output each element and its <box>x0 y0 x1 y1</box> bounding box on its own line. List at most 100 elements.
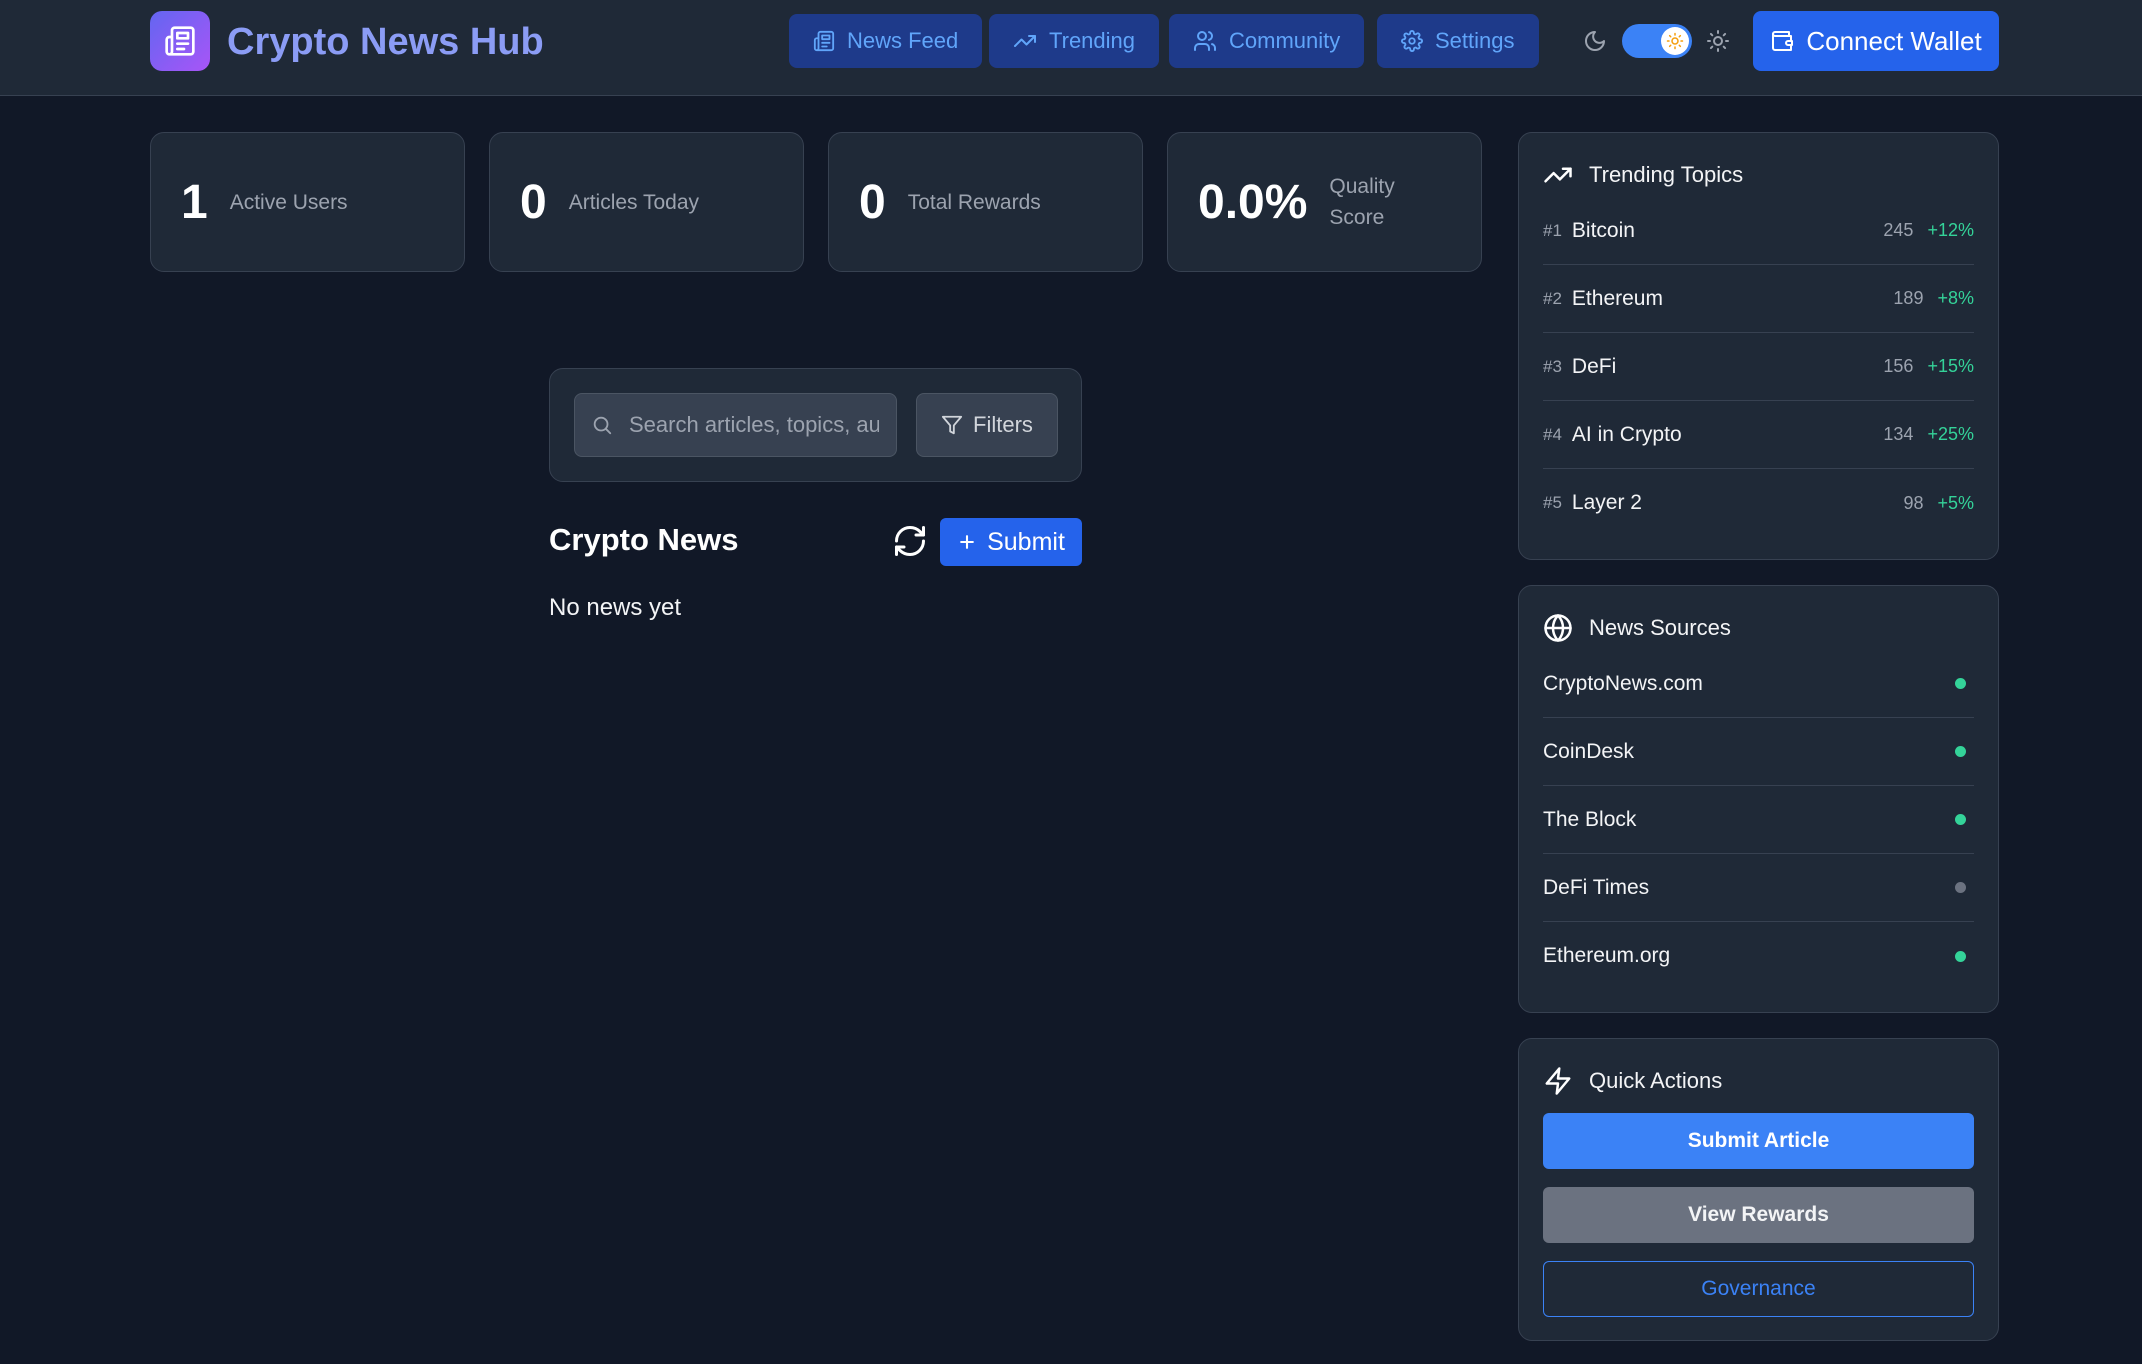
globe-icon <box>1543 613 1573 643</box>
stat-label: Total Rewards <box>907 190 1041 214</box>
stat-label: Quality Score <box>1329 175 1395 229</box>
search-box[interactable] <box>574 393 897 457</box>
trending-item[interactable]: #1 Bitcoin 245 +12% <box>1543 197 1974 265</box>
topic-name: DeFi <box>1571 354 1617 378</box>
plus-icon <box>957 532 977 552</box>
stat-value: 0 <box>520 175 547 229</box>
news-sources-title: News Sources <box>1589 615 1731 640</box>
topic-change: +25% <box>1927 424 1974 444</box>
sun-icon <box>1666 32 1684 50</box>
topic-change: +12% <box>1927 220 1974 240</box>
topic-name: AI in Crypto <box>1571 422 1682 446</box>
submit-button[interactable]: Submit <box>940 518 1082 566</box>
source-name: DeFi Times <box>1543 875 1650 899</box>
search-icon <box>591 414 613 436</box>
source-name: CoinDesk <box>1543 739 1635 763</box>
trending-topics-header: Trending Topics <box>1543 159 1743 191</box>
refresh-button[interactable] <box>892 523 928 559</box>
trending-item[interactable]: #4 AI in Crypto 134 +25% <box>1543 401 1974 469</box>
source-name: The Block <box>1543 807 1637 831</box>
stat-value: 0.0% <box>1198 175 1308 229</box>
topic-count: 98 <box>1903 492 1924 513</box>
wallet-icon <box>1770 29 1794 53</box>
connect-wallet-button[interactable]: Connect Wallet <box>1753 11 1999 71</box>
feed-title: Crypto News <box>549 522 739 557</box>
topic-name: Layer 2 <box>1571 491 1642 514</box>
newspaper-logo-icon <box>164 25 196 57</box>
quick-actions-panel: Quick Actions Submit Article View Reward… <box>1518 1038 1999 1341</box>
stat-card-active-users: 1 Active Users <box>150 132 465 272</box>
empty-state-text: No news yet <box>549 594 682 621</box>
trending-item[interactable]: #5 Layer 2 98 +5% <box>1543 469 1974 537</box>
trending-up-icon <box>1013 29 1037 53</box>
stat-value: 0 <box>859 175 886 229</box>
topic-name: Bitcoin <box>1571 218 1635 242</box>
quick-actions-title: Quick Actions <box>1589 1068 1723 1093</box>
topic-rank: #3 <box>1543 356 1562 376</box>
source-item[interactable]: Ethereum.org <box>1543 922 1974 990</box>
sun-outline-icon <box>1706 29 1730 53</box>
source-item[interactable]: DeFi Times <box>1543 854 1974 922</box>
topic-rank: #2 <box>1543 288 1562 308</box>
news-sources-panel: News Sources CryptoNews.com CoinDesk The… <box>1518 585 1999 1013</box>
filter-icon <box>941 414 963 436</box>
nav-community-label: Community <box>1229 28 1341 53</box>
topic-count: 189 <box>1893 288 1924 308</box>
topic-rank: #4 <box>1543 424 1562 444</box>
search-input[interactable] <box>629 412 879 438</box>
filters-label: Filters <box>973 412 1033 437</box>
nav-community[interactable]: Community <box>1169 14 1365 68</box>
trending-topics-panel: Trending Topics #1 Bitcoin 245 +12% #2 E… <box>1518 132 1999 560</box>
submit-article-button[interactable]: Submit Article <box>1543 1113 1974 1169</box>
topic-count: 245 <box>1883 220 1914 240</box>
stat-label: Active Users <box>229 190 348 214</box>
stat-card-total-rewards: 0 Total Rewards <box>828 132 1143 272</box>
quick-actions-header: Quick Actions <box>1543 1065 1722 1097</box>
theme-toggle[interactable] <box>1622 24 1692 58</box>
topic-name: Ethereum <box>1571 286 1663 310</box>
newspaper-icon <box>813 30 835 52</box>
submit-label: Submit <box>987 527 1065 556</box>
logo[interactable] <box>150 11 210 71</box>
source-name: Ethereum.org <box>1543 944 1671 967</box>
topic-rank: #5 <box>1543 493 1562 512</box>
lightning-icon <box>1543 1066 1573 1096</box>
nav-trending[interactable]: Trending <box>989 14 1160 68</box>
source-item[interactable]: CoinDesk <box>1543 718 1974 786</box>
nav-settings-label: Settings <box>1435 28 1515 53</box>
topic-change: +8% <box>1937 288 1974 308</box>
status-dot-active <box>1955 814 1966 825</box>
stat-label: Articles Today <box>568 190 700 214</box>
stat-card-articles-today: 0 Articles Today <box>489 132 804 272</box>
refresh-icon <box>892 523 928 559</box>
stat-value: 1 <box>181 175 208 229</box>
view-rewards-button[interactable]: View Rewards <box>1543 1187 1974 1243</box>
topic-count: 134 <box>1883 424 1914 444</box>
trending-item[interactable]: #3 DeFi 156 +15% <box>1543 333 1974 401</box>
status-dot-active <box>1955 950 1966 962</box>
topic-rank: #1 <box>1543 220 1562 240</box>
trending-item[interactable]: #2 Ethereum 189 +8% <box>1543 265 1974 333</box>
source-name: CryptoNews.com <box>1543 671 1703 695</box>
governance-button[interactable]: Governance <box>1543 1261 1974 1317</box>
nav-news-feed[interactable]: News Feed <box>789 14 983 68</box>
nav-trending-label: Trending <box>1049 28 1136 53</box>
connect-wallet-label: Connect Wallet <box>1806 25 1982 56</box>
trending-up-icon <box>1543 160 1573 190</box>
search-panel: Filters <box>549 368 1082 482</box>
filters-button[interactable]: Filters <box>916 393 1058 457</box>
nav-news-feed-label: News Feed <box>847 28 959 53</box>
topic-change: +15% <box>1927 356 1974 376</box>
status-dot-active <box>1955 746 1966 757</box>
nav-settings[interactable]: Settings <box>1377 14 1539 68</box>
source-item[interactable]: The Block <box>1543 786 1974 854</box>
users-icon <box>1193 29 1217 53</box>
source-item[interactable]: CryptoNews.com <box>1543 650 1974 718</box>
status-dot-active <box>1955 678 1966 689</box>
topic-change: +5% <box>1937 492 1974 513</box>
news-sources-header: News Sources <box>1543 612 1731 644</box>
stat-card-quality-score: 0.0% Quality Score <box>1167 132 1482 272</box>
trending-topics-title: Trending Topics <box>1589 162 1744 187</box>
topic-count: 156 <box>1883 356 1914 376</box>
gear-icon <box>1401 30 1423 52</box>
